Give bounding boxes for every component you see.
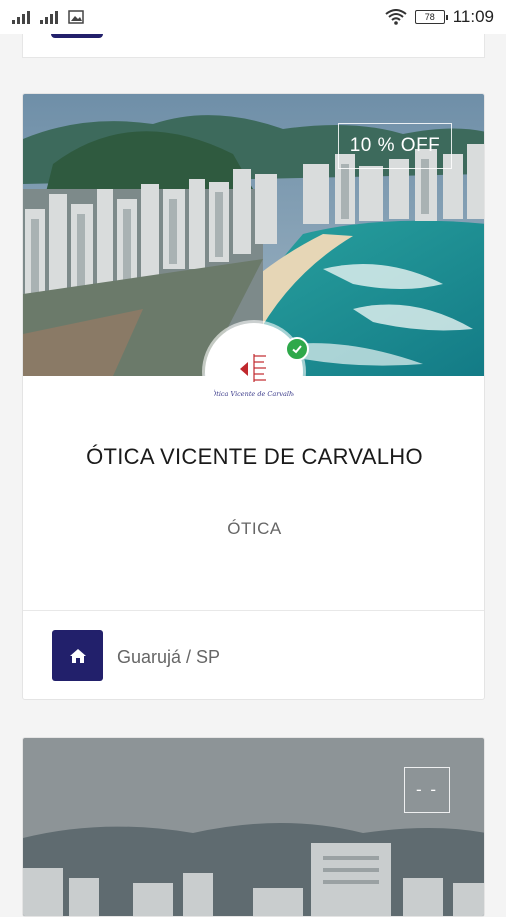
optics-logo-icon: Ótica Vicente de Carvalho (214, 354, 294, 398)
home-icon (69, 648, 86, 663)
clock: 11:09 (452, 7, 494, 26)
store-category: ÓTICA (227, 519, 282, 538)
signal-icon (12, 11, 30, 24)
signal-icon (40, 11, 58, 24)
store-logo: Ótica Vicente de Carvalho (205, 323, 303, 421)
store-location: Guarujá / SP (117, 647, 221, 667)
status-bar: 78 11:09 (0, 0, 506, 34)
discount-badge: - - (404, 767, 450, 813)
verified-check-icon (285, 337, 309, 361)
next-listing-card[interactable]: - - (22, 737, 485, 917)
home-button[interactable] (52, 630, 103, 681)
status-right-icons: 78 11:09 (385, 7, 494, 27)
image-icon (68, 10, 84, 24)
logo-caption: Ótica Vicente de Carvalho (214, 389, 294, 398)
city-photo (23, 738, 484, 916)
store-name: ÓTICA VICENTE DE CARVALHO (86, 444, 423, 469)
battery-icon: 78 (414, 10, 448, 24)
wifi-icon (385, 9, 407, 25)
status-left-icons (12, 10, 84, 24)
card-divider (23, 610, 484, 611)
listing-card[interactable]: 10 % OFF Ótica Vicente de Carvalho ÓTICA… (22, 93, 485, 700)
discount-badge: 10 % OFF (338, 123, 452, 169)
battery-level: 78 (424, 12, 435, 22)
